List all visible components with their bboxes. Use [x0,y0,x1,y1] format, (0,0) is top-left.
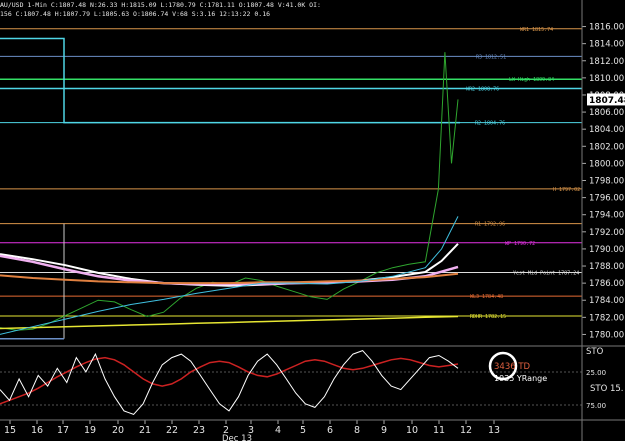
level-label: RDHR 1782.15 [470,314,506,320]
price-tick-label: 1794.00 [589,211,624,221]
price-tick-label: 1780.00 [589,330,624,340]
stochastic-oscillator: STO STO 15. 25.00 75.00 3436 TD 1935 YRange [0,347,624,415]
date-tick-label: 17 [57,425,69,436]
level-label: WR1 1815.74 [520,27,553,33]
date-tick-label: 22 [166,425,178,436]
price-series [0,52,459,335]
osc-annotation-red: 3436 TD [494,362,531,372]
series-line [0,216,459,335]
price-tick-label: 1806.00 [589,108,624,118]
level-label: H 1797.02 [553,187,580,193]
level-label: R3 1812.51 [476,54,506,60]
date-tick-label: 15 [4,425,16,436]
series-line [0,272,459,285]
price-tick-label: 1790.00 [589,245,624,255]
price-tick-label: 1796.00 [589,194,624,204]
date-tick-label: 5 [300,425,306,436]
osc-tick-label: 25.00 [586,369,606,377]
current-price-label: 1807.48 [589,96,625,106]
date-tick-label: 13 [488,425,500,436]
date-tick-label: 6 [327,425,333,436]
price-chart[interactable]: WR1 1815.74 R3 1812.51 LW High 1809.84 WR2 … [0,0,625,441]
date-tick-label: 20 [112,425,124,436]
date-tick-label: 21 [139,425,151,436]
level-label: WR2 1808.76 [466,86,499,92]
price-tick-label: 1804.00 [589,125,624,135]
price-tick-label: 1810.00 [589,74,624,84]
level-label: WL3 1784.48 [470,294,503,300]
price-tick-label: 1784.00 [589,296,624,306]
level-label: WP 1790.72 [505,241,535,247]
date-tick-label: 11 [433,425,445,436]
osc-label-lower: STO 15. [590,384,624,394]
level-label: R1 1792.96 [475,222,505,228]
osc-tick-label: 75.00 [586,402,606,410]
date-tick-label: 12 [460,425,472,436]
price-tick-label: 1800.00 [589,159,624,169]
osc-annotation-white: 1935 YRange [494,374,547,383]
level-label: R2 1804.76 [475,121,505,127]
price-tick-label: 1792.00 [589,228,624,238]
level-label: LW High 1809.84 [509,77,554,83]
osc-signal-line [0,356,459,405]
price-tick-label: 1788.00 [589,262,624,272]
date-tick-label: 19 [84,425,96,436]
trading-chart-window: AU/USD 1-Min C:1807.48 N:26.33 H:1815.09… [0,0,625,441]
date-axis: 15 16 17 19 20 21 22 23 2 3 4 5 6 8 9 10 11 12 13Dec 13 [4,420,500,441]
price-tick-label: 1782.00 [589,313,624,323]
price-tick-label: 1814.00 [589,40,624,50]
osc-label-upper: STO [586,347,604,357]
date-tick-label: 10 [406,425,418,436]
level-labels: WR1 1815.74 R3 1812.51 LW High 1809.84 WR2 … [466,27,580,320]
price-tick-label: 1786.00 [589,279,624,289]
price-tick-label: 1798.00 [589,177,624,187]
range-box-upper [0,37,460,124]
date-tick-label: 9 [381,425,387,436]
date-tick-label: 4 [275,425,281,436]
month-label: Dec 13 [222,434,252,441]
level-label: Yest Mid Point 1787.24 [513,271,579,277]
price-tick-label: 1812.00 [589,57,624,67]
price-tick-label: 1816.00 [589,23,624,33]
date-tick-label: 16 [31,425,43,436]
date-tick-label: 23 [193,425,205,436]
date-tick-label: 8 [354,425,360,436]
price-tick-label: 1802.00 [589,142,624,152]
price-axis: 1816.001814.001812.001810.001808.001806.… [582,23,625,340]
